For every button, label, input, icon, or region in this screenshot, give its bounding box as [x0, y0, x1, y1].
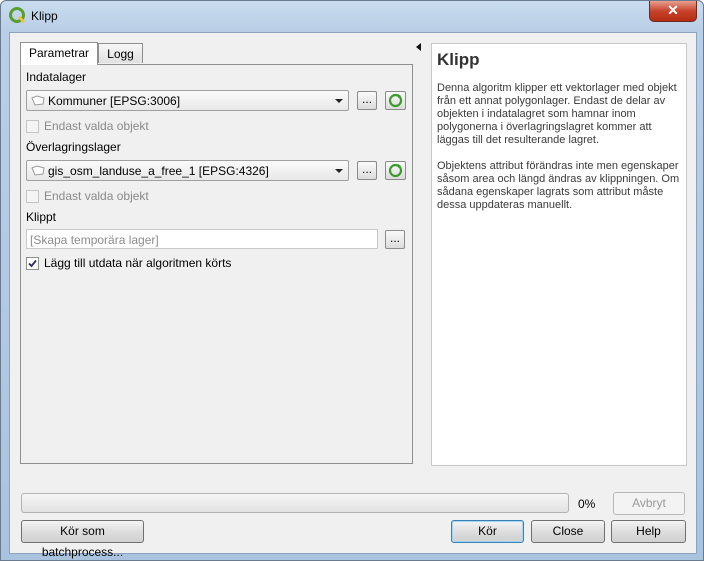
dialog-client-area: Parametrar Logg Indatalager Kommuner [EP…	[9, 32, 697, 559]
open-output-checkbox[interactable]	[26, 257, 39, 270]
overlay-layer-value: gis_osm_landuse_a_free_1 [EPSG:4326]	[48, 164, 269, 178]
polygon-layer-icon	[31, 95, 45, 106]
progress-bar	[21, 493, 569, 513]
help-pane: Klipp Denna algoritm klipper ett vektorl…	[431, 43, 687, 466]
overlay-layer-label: Överlagringslager	[26, 140, 121, 154]
input-selected-only-checkbox[interactable]	[26, 120, 39, 133]
input-selected-only-label: Endast valda objekt	[44, 119, 149, 133]
input-layer-browse-button[interactable]: ...	[357, 91, 377, 110]
help-paragraph: Objektens attribut förändras inte men eg…	[437, 160, 680, 211]
run-button[interactable]: Kör	[451, 520, 524, 543]
tab-parametrar[interactable]: Parametrar	[20, 42, 98, 65]
title-bar[interactable]: Klipp ✕	[1, 1, 703, 33]
open-output-label: Lägg till utdata när algoritmen körts	[44, 256, 232, 270]
close-button[interactable]: Close	[531, 520, 605, 543]
help-paragraph: Denna algoritm klipper ett vektorlager m…	[437, 82, 677, 146]
overlay-layer-combo[interactable]: gis_osm_landuse_a_free_1 [EPSG:4326]	[26, 160, 349, 181]
iterate-input-button[interactable]	[385, 91, 406, 110]
output-browse-button[interactable]: ...	[385, 230, 405, 249]
collapse-help-arrow-icon[interactable]	[416, 43, 421, 51]
overlay-selected-only-label: Endast valda objekt	[44, 189, 149, 203]
parameters-panel: Indatalager Kommuner [EPSG:3006] ... End…	[20, 64, 413, 464]
iterate-icon	[388, 163, 403, 178]
checkmark-icon	[28, 259, 37, 268]
iterate-overlay-button[interactable]	[385, 161, 406, 180]
help-button[interactable]: Help	[611, 520, 686, 543]
window-title: Klipp	[31, 9, 58, 23]
window-close-button[interactable]: ✕	[649, 1, 697, 22]
output-label: Klippt	[26, 210, 57, 224]
output-path-input[interactable]: [Skapa temporära lager]	[26, 229, 378, 249]
chevron-down-icon	[335, 99, 343, 103]
overlay-selected-only-checkbox[interactable]	[26, 190, 39, 203]
tab-logg[interactable]: Logg	[98, 43, 143, 63]
batch-process-button[interactable]: Kör som batchprocess...	[21, 520, 144, 559]
dialog-window: Klipp ✕ Parametrar Logg Indatalager Komm…	[0, 0, 704, 561]
input-layer-label: Indatalager	[26, 70, 87, 84]
cancel-button[interactable]: Avbryt	[613, 492, 685, 515]
polygon-layer-icon	[31, 165, 45, 176]
input-layer-combo[interactable]: Kommuner [EPSG:3006]	[26, 90, 349, 111]
input-layer-value: Kommuner [EPSG:3006]	[48, 94, 181, 108]
progress-percent: 0%	[578, 497, 596, 511]
iterate-icon	[388, 93, 403, 108]
overlay-layer-browse-button[interactable]: ...	[357, 161, 377, 180]
chevron-down-icon	[335, 169, 343, 173]
qgis-icon	[9, 7, 26, 24]
help-title: Klipp	[437, 50, 480, 69]
